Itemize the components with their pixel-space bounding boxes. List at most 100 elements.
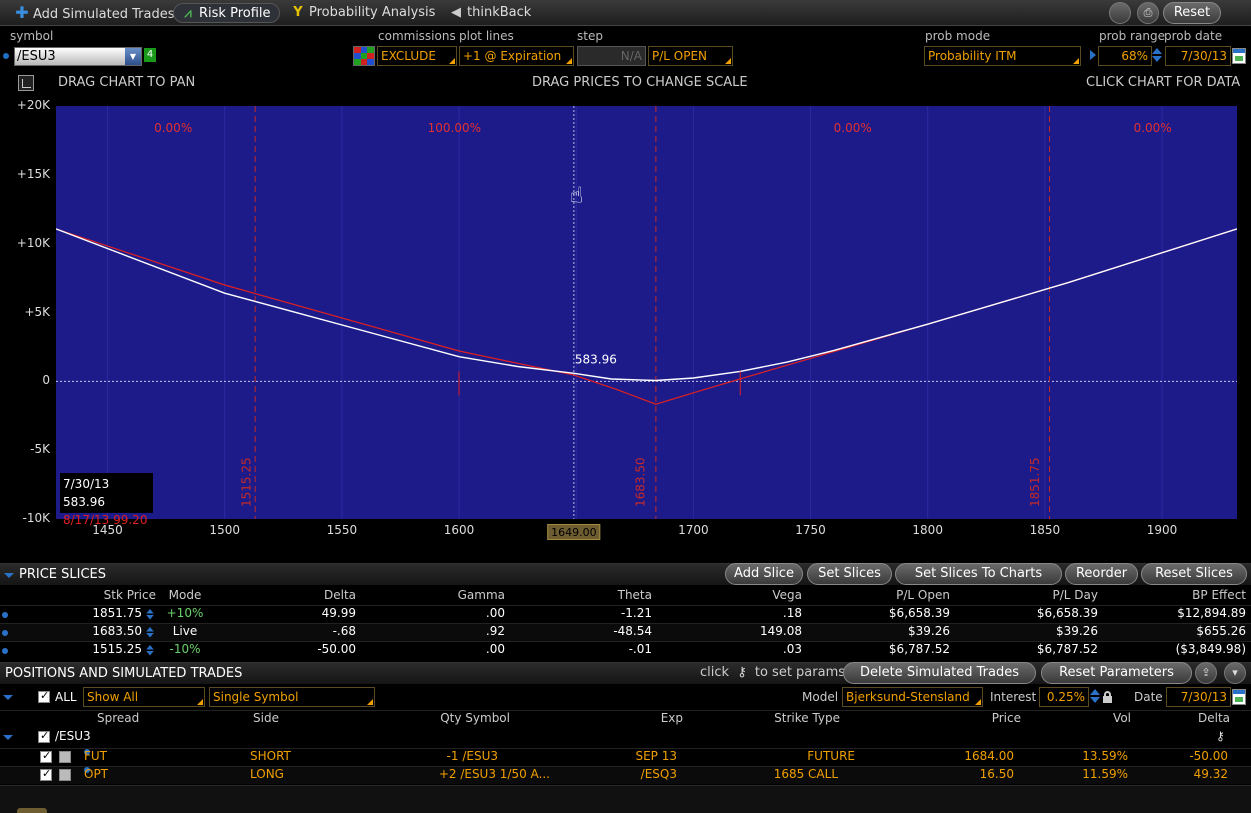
interest-input[interactable]: 0.25% [1039,687,1089,707]
prob-range-stepper[interactable] [1151,46,1163,66]
cell-bp-effect: $655.26 [1196,624,1246,638]
x-tick-label: 1850 [1029,523,1061,537]
row-checkbox[interactable] [40,767,52,781]
model-select[interactable]: Bjerksund-Stensland [842,687,983,707]
cell-price: 1684.00 [964,749,1014,763]
tab-probability-analysis[interactable]: Y Probability Analysis [286,3,435,23]
col-stk-price: Stk Price [103,588,156,602]
table-row[interactable]: FUT SHORT -1 /ESU3 SEP 13 FUTURE 1684.00… [0,748,1251,766]
row-simulated-checkbox[interactable] [59,751,71,763]
interest-stepper[interactable] [1089,687,1101,707]
set-slices-to-charts-button[interactable]: Set Slices To Charts [895,563,1062,585]
risk-profile-chart[interactable]: 1515.25 1683.50 1851.75 0.00% 100.00% 0.00% 0.… [56,106,1237,519]
step-input[interactable]: N/A [577,46,646,66]
tab-risk-profile[interactable]: ⩘ Risk Profile [173,3,280,23]
cell-gamma: .00 [485,642,505,656]
col-delta: Delta [323,588,356,602]
menu-button[interactable]: ▾ [1224,662,1246,684]
cell-price[interactable]: 1515.25 [60,642,142,656]
commissions-value: EXCLUDE [381,49,437,63]
plot-lines-label: plot lines [459,29,514,43]
commissions-select[interactable]: EXCLUDE [377,46,457,66]
cell-price[interactable]: 1851.75 [60,606,142,620]
y-tick-label: +10K [16,235,50,250]
group-checkbox[interactable] [38,729,50,743]
prob-range-value: 68% [1121,49,1148,63]
show-all-select[interactable]: Show All [83,687,205,707]
col-vol: Vol [1113,711,1131,725]
calendar-icon[interactable] [1232,48,1246,64]
tab-thinkback[interactable]: ◀ thinkBack [444,3,531,23]
chart-settings-icon[interactable] [18,75,34,91]
set-slices-button[interactable]: Set Slices [807,563,892,585]
date-value: 7/30/13 [1180,690,1227,704]
probability-icon: Y [293,5,303,20]
prob-mode-label: prob mode [925,29,991,43]
col-price: Price [991,711,1021,725]
drag-pan-hint: DRAG CHART TO PAN [58,75,196,90]
slices-table-header: Stk Price Mode Delta Gamma Theta Vega P/… [0,588,1251,605]
reorder-button[interactable]: Reorder [1065,563,1138,585]
date-input[interactable]: 7/30/13 [1166,687,1231,707]
all-checkbox[interactable] [38,689,50,703]
prob-range-input[interactable]: 68% [1098,46,1152,66]
wrench-icon[interactable]: ⚷ [1216,729,1225,743]
step-value: N/A [620,49,642,63]
probability-label: 0.00% [154,121,192,135]
group-row[interactable]: /ESU3 ⚷ [0,729,1251,747]
price-slices-header: PRICE SLICES [0,563,1251,585]
price-stepper[interactable] [146,608,155,623]
prob-mode-select[interactable]: Probability ITM [924,46,1081,66]
group-label: /ESU3 [55,729,91,743]
table-row[interactable]: 1683.50 Live -.68 .92 -48.54 149.08 $39.… [0,623,1251,641]
collapse-icon[interactable] [3,695,13,700]
delete-simulated-trades-button[interactable]: Delete Simulated Trades [843,662,1036,684]
pl-mode-value: P/L OPEN [652,49,708,63]
collapse-icon[interactable] [4,573,14,578]
table-row[interactable]: 1515.25 -10% -50.00 .00 -.01 .03 $6,787.… [0,641,1251,659]
row-checkbox[interactable] [40,749,52,763]
cell-pl-day: $39.26 [1056,624,1098,638]
table-row[interactable]: 1851.75 +10% 49.99 .00 -1.21 .18 $6,658.… [0,605,1251,623]
y-tick-label: +15K [16,166,50,181]
cell-side: SHORT [250,749,291,763]
positions-title: POSITIONS AND SIMULATED TRADES [5,666,243,681]
row-dot-icon [2,630,8,636]
x-tick-label: 1900 [1146,523,1178,537]
chevron-down-icon[interactable]: ▼ [125,48,141,65]
reset-button[interactable]: Reset [1163,2,1221,24]
single-symbol-select[interactable]: Single Symbol [209,687,375,707]
reset-parameters-button[interactable]: Reset Parameters [1041,662,1192,684]
cell-theta: -48.54 [613,624,652,638]
symbol-input[interactable]: /ESU3 ▼ [14,47,142,66]
color-grid-icon[interactable] [353,46,375,66]
cell-price[interactable]: 1683.50 [60,624,142,638]
symbol-label: symbol [10,29,54,43]
row-simulated-checkbox[interactable] [59,769,71,781]
footer-handle[interactable] [17,808,47,813]
cell-price: 16.50 [979,767,1014,781]
cell-vega: .18 [782,606,802,620]
y-tick-label: +20K [16,98,50,112]
price-stepper[interactable] [146,626,155,641]
round-blank-button[interactable] [1109,2,1131,24]
price-stepper[interactable] [146,644,155,659]
prob-date-input[interactable]: 7/30/13 [1165,46,1231,66]
table-row[interactable]: OPT LONG +2 /ESU3 1/50 A... /ESQ3 1685 C… [0,766,1251,784]
export-button[interactable]: ⇪ [1195,662,1217,684]
pl-mode-select[interactable]: P/L OPEN [648,46,733,66]
col-bp-effect: BP Effect [1192,588,1246,602]
tab-add-simulated-trades[interactable]: ✚ Add Simulated Trades [10,3,174,23]
calendar-icon[interactable] [1232,689,1246,705]
all-label: ALL [55,690,77,704]
hand-cursor-icon: ☝ [570,183,583,208]
reset-slices-button[interactable]: Reset Slices [1141,563,1247,585]
play-icon[interactable] [1090,50,1096,60]
add-slice-button[interactable]: Add Slice [725,563,803,585]
lock-icon[interactable] [1103,691,1112,703]
print-button[interactable]: ⎙ [1137,2,1159,24]
cell-pl-day: $6,658.39 [1036,606,1098,620]
symbol-value: /ESU3 [17,49,56,64]
collapse-icon[interactable] [3,735,13,740]
plot-lines-select[interactable]: +1 @ Expiration [459,46,574,66]
